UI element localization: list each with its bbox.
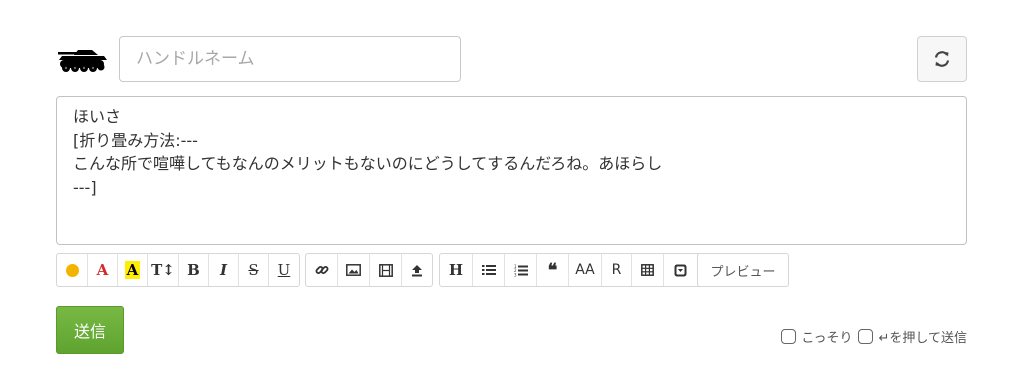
table-button[interactable] [632, 254, 664, 286]
highlight-button[interactable]: A [118, 254, 148, 286]
send-options: こっそり ↵を押して送信 [775, 326, 967, 346]
strikethrough-button[interactable]: S [239, 254, 269, 286]
secret-option[interactable]: こっそり [781, 327, 852, 346]
heading-button[interactable]: H [440, 254, 473, 286]
numbered-list-icon: 1 2 3 [514, 264, 528, 277]
refresh-button[interactable] [917, 36, 967, 82]
font-size-button[interactable]: T↕ [148, 254, 179, 286]
video-icon [378, 263, 393, 277]
aa-button[interactable]: AA [569, 254, 602, 286]
svg-text:3: 3 [514, 272, 517, 277]
collapse-icon [674, 264, 687, 276]
emoji-icon [65, 263, 79, 277]
highlight-label: A [124, 261, 141, 279]
preview-button[interactable]: プレビュー [697, 253, 789, 287]
enter-send-checkbox[interactable] [858, 328, 874, 344]
video-button[interactable] [370, 254, 402, 286]
secret-checkbox[interactable] [781, 328, 797, 344]
refresh-icon [934, 51, 950, 67]
toolbar-group-media [305, 253, 433, 287]
numbered-list-button[interactable]: 1 2 3 [505, 254, 537, 286]
send-button[interactable]: 送信 [56, 306, 124, 354]
quote-button[interactable]: ❝ [537, 254, 569, 286]
font-color-button[interactable]: A [88, 254, 118, 286]
bullet-list-button[interactable] [473, 254, 505, 286]
link-button[interactable] [306, 254, 338, 286]
bullet-list-icon [481, 265, 496, 275]
table-icon [641, 264, 654, 276]
underline-button[interactable]: U [269, 254, 299, 286]
bold-button[interactable]: B [179, 254, 209, 286]
handle-name-input[interactable] [119, 36, 461, 82]
upload-icon [412, 264, 422, 276]
enter-send-option[interactable]: ↵を押して送信 [858, 327, 967, 346]
message-textarea[interactable]: ほいさ [折り畳み方法:--- こんな所で喧嘩してもなんのメリットもないのにどう… [56, 96, 967, 245]
link-icon [315, 266, 328, 274]
tank-icon [58, 50, 107, 72]
quote-icon: ❝ [547, 259, 558, 281]
ruby-button[interactable]: R [602, 254, 632, 286]
toolbar-group-text: A A T↕ B I S U [56, 253, 300, 287]
emoji-button[interactable] [57, 254, 88, 286]
collapse-button[interactable] [664, 254, 697, 286]
secret-label: こっそり [801, 330, 853, 346]
italic-button[interactable]: I [209, 254, 239, 286]
enter-send-label: ↵を押して送信 [878, 330, 967, 346]
image-button[interactable] [338, 254, 370, 286]
image-icon [346, 264, 361, 276]
upload-button[interactable] [402, 254, 432, 286]
